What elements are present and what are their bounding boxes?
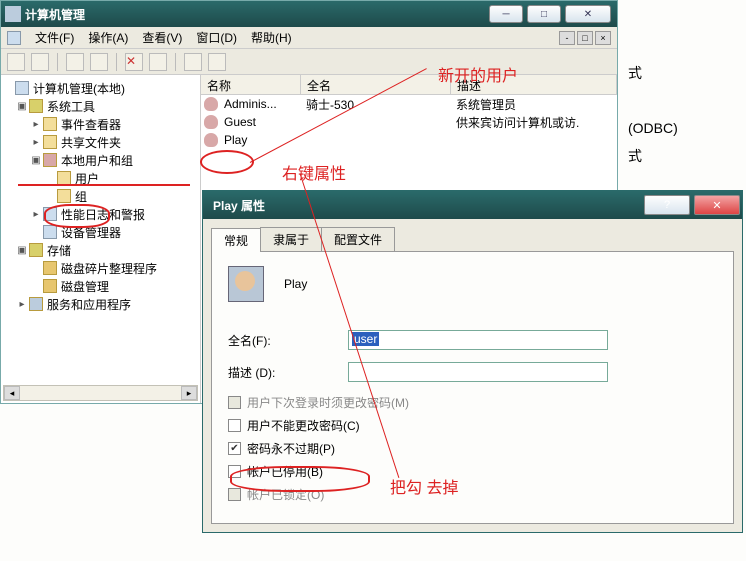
chk-cannot-change-row[interactable]: 用户不能更改密码(C) [228, 417, 717, 434]
menu-view[interactable]: 查看(V) [142, 29, 182, 46]
titlebar[interactable]: 计算机管理 ─ □ ✕ [1, 1, 617, 27]
cell-name: Play [221, 133, 303, 147]
col-fullname[interactable]: 全名 [301, 75, 451, 94]
tree-system-tools[interactable]: ▣系统工具 [3, 97, 198, 115]
tree-pane: 计算机管理(本地) ▣系统工具 ▸事件查看器 ▸共享文件夹 ▣本地用户和组 用户… [1, 75, 201, 403]
user-large-icon [228, 266, 264, 302]
tab-page-general: Play 全名(F): user 描述 (D): 用户下次登录时须更改密码(M)… [211, 252, 734, 524]
user-icon [204, 115, 218, 129]
menubar: 文件(F) 操作(A) 查看(V) 窗口(D) 帮助(H) - □ × [1, 27, 617, 49]
properties-dialog: Play 属性 ? ✕ 常规 隶属于 配置文件 Play 全名(F): user… [202, 190, 743, 533]
chk-disabled-label: 帐户已停用(B) [247, 463, 323, 480]
mdi-restore[interactable]: □ [577, 31, 593, 45]
description-label: 描述 (D): [228, 364, 348, 381]
user-icon [204, 133, 218, 147]
list-row-play[interactable]: Play [201, 131, 617, 149]
description-input[interactable] [348, 362, 608, 382]
tree-event-viewer[interactable]: ▸事件查看器 [3, 115, 198, 133]
tree-root[interactable]: 计算机管理(本地) [3, 79, 198, 97]
tree-storage[interactable]: ▣存储 [3, 241, 198, 259]
checkbox-cannot-change[interactable] [228, 419, 241, 432]
cell-name: Adminis... [221, 97, 303, 111]
tree-shared-folders[interactable]: ▸共享文件夹 [3, 133, 198, 151]
chk-must-change-row[interactable]: 用户下次登录时须更改密码(M) [228, 394, 717, 411]
tree-services[interactable]: ▸服务和应用程序 [3, 295, 198, 313]
chk-never-expire-label: 密码永不过期(P) [247, 440, 335, 457]
fullname-input[interactable]: user [348, 330, 608, 350]
close-button[interactable]: ✕ [565, 5, 611, 23]
menu-file[interactable]: 文件(F) [35, 29, 74, 46]
tab-general[interactable]: 常规 [211, 228, 261, 252]
tree-perf[interactable]: ▸性能日志和警报 [3, 205, 198, 223]
toolbar: ✕ [1, 49, 617, 75]
bg-text: 式 [628, 146, 642, 166]
checkbox-never-expire[interactable] [228, 442, 241, 455]
refresh-button[interactable] [184, 53, 202, 71]
tree-disk[interactable]: 磁盘管理 [3, 277, 198, 295]
dialog-title: Play 属性 [213, 197, 642, 214]
cell-name: Guest [221, 115, 303, 129]
list-row-guest[interactable]: Guest 供来宾访问计算机或访. [201, 113, 617, 131]
tree-local-users[interactable]: ▣本地用户和组 [3, 151, 198, 169]
back-button[interactable] [7, 53, 25, 71]
menu-help[interactable]: 帮助(H) [251, 29, 292, 46]
maximize-button[interactable]: □ [527, 5, 561, 23]
bg-text-odbc: (ODBC) [628, 120, 678, 136]
app-icon [5, 6, 21, 22]
cell-desc: 供来宾访问计算机或访. [453, 114, 617, 131]
window-title: 计算机管理 [25, 6, 489, 23]
chk-never-expire-row[interactable]: 密码永不过期(P) [228, 440, 717, 457]
forward-button[interactable] [31, 53, 49, 71]
dialog-titlebar[interactable]: Play 属性 ? ✕ [203, 191, 742, 219]
username-display: Play [284, 277, 307, 291]
bg-text: 式 [628, 63, 642, 83]
chk-locked-label: 帐户已锁定(O) [247, 486, 324, 503]
tab-member-of[interactable]: 隶属于 [260, 227, 322, 251]
export-button[interactable] [208, 53, 226, 71]
chk-locked-row[interactable]: 帐户已锁定(O) [228, 486, 717, 503]
dialog-close-button[interactable]: ✕ [694, 195, 740, 215]
tab-profile[interactable]: 配置文件 [321, 227, 395, 251]
col-name[interactable]: 名称 [201, 75, 301, 94]
delete-button[interactable]: ✕ [125, 53, 143, 71]
mdi-minimize[interactable]: - [559, 31, 575, 45]
menu-action[interactable]: 操作(A) [88, 29, 128, 46]
checkbox-disabled[interactable] [228, 465, 241, 478]
list-row-admin[interactable]: Adminis... 骑士-530 系统管理员 [201, 95, 617, 113]
properties-button[interactable] [149, 53, 167, 71]
mdi-close[interactable]: × [595, 31, 611, 45]
checkbox-locked[interactable] [228, 488, 241, 501]
chk-must-change-label: 用户下次登录时须更改密码(M) [247, 394, 409, 411]
chk-disabled-row[interactable]: 帐户已停用(B) [228, 463, 717, 480]
tree-groups[interactable]: 组 [3, 187, 198, 205]
cell-full: 骑士-530 [303, 96, 453, 113]
up-button[interactable] [66, 53, 84, 71]
col-desc[interactable]: 描述 [451, 75, 617, 94]
menu-window[interactable]: 窗口(D) [196, 29, 237, 46]
underline-local-users [18, 184, 190, 186]
user-icon [204, 97, 218, 111]
tabrow: 常规 隶属于 配置文件 [211, 227, 734, 252]
cell-desc: 系统管理员 [453, 96, 617, 113]
fullname-label: 全名(F): [228, 332, 348, 349]
tree-scrollbar[interactable]: ◂▸ [3, 385, 198, 401]
chk-cannot-change-label: 用户不能更改密码(C) [247, 417, 360, 434]
checkbox-must-change[interactable] [228, 396, 241, 409]
minimize-button[interactable]: ─ [489, 5, 523, 23]
show-hide-button[interactable] [90, 53, 108, 71]
mdi-icon [7, 31, 21, 45]
dialog-help-button[interactable]: ? [644, 195, 690, 215]
tree-device[interactable]: 设备管理器 [3, 223, 198, 241]
list-header: 名称 全名 描述 [201, 75, 617, 95]
tree-defrag[interactable]: 磁盘碎片整理程序 [3, 259, 198, 277]
